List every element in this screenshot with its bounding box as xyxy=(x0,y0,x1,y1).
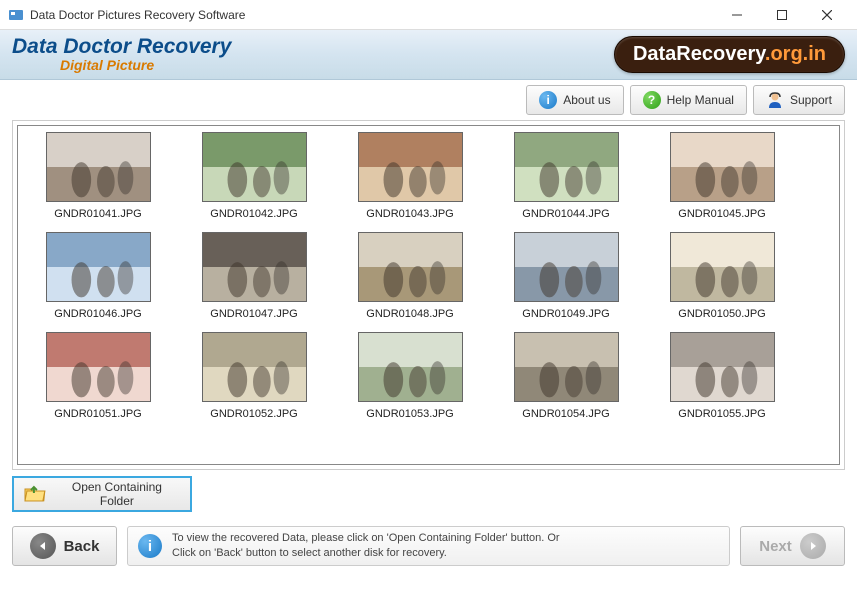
header-bar: Data Doctor Recovery Digital Picture Dat… xyxy=(0,30,857,80)
thumbnail-grid: GNDR01041.JPG GNDR01042.JPG GNDR01043.JP… xyxy=(20,132,837,432)
thumbnail-image xyxy=(670,132,775,202)
back-button[interactable]: Back xyxy=(12,526,117,566)
close-button[interactable] xyxy=(804,0,849,29)
footer: Back i To view the recovered Data, pleas… xyxy=(0,518,857,574)
thumbnail-item[interactable]: GNDR01043.JPG xyxy=(332,132,488,220)
thumbnail-image xyxy=(670,332,775,402)
thumbnail-image xyxy=(358,232,463,302)
support-icon xyxy=(766,91,784,109)
folder-icon xyxy=(24,485,46,503)
thumbnail-filename: GNDR01047.JPG xyxy=(210,308,297,320)
thumbnail-item[interactable]: GNDR01047.JPG xyxy=(176,232,332,320)
thumbnail-item[interactable]: GNDR01054.JPG xyxy=(488,332,644,420)
support-button[interactable]: Support xyxy=(753,85,845,115)
support-label: Support xyxy=(790,93,832,107)
info-icon: i xyxy=(539,91,557,109)
titlebar: Data Doctor Pictures Recovery Software xyxy=(0,0,857,30)
site-prefix: DataRecovery xyxy=(633,43,765,65)
open-containing-folder-button[interactable]: Open Containing Folder xyxy=(12,476,192,512)
app-icon xyxy=(8,7,24,23)
logo-area: Data Doctor Recovery Digital Picture xyxy=(12,35,231,73)
open-folder-label: Open Containing Folder xyxy=(54,480,180,508)
thumbnail-image xyxy=(46,132,151,202)
thumbnail-item[interactable]: GNDR01050.JPG xyxy=(644,232,800,320)
about-button[interactable]: i About us xyxy=(526,85,623,115)
site-badge: DataRecovery.org.in xyxy=(614,36,845,73)
thumbnail-image xyxy=(46,232,151,302)
thumbnail-image xyxy=(358,132,463,202)
thumbnail-filename: GNDR01049.JPG xyxy=(522,308,609,320)
help-button[interactable]: ? Help Manual xyxy=(630,85,747,115)
thumbnail-filename: GNDR01041.JPG xyxy=(54,208,141,220)
info-line1: To view the recovered Data, please click… xyxy=(172,531,560,546)
thumbnail-item[interactable]: GNDR01041.JPG xyxy=(20,132,176,220)
info-icon: i xyxy=(138,534,162,558)
thumbnail-image xyxy=(202,132,307,202)
help-label: Help Manual xyxy=(667,93,734,107)
thumbnail-image xyxy=(514,232,619,302)
info-text: To view the recovered Data, please click… xyxy=(172,531,560,562)
thumbnail-filename: GNDR01048.JPG xyxy=(366,308,453,320)
thumbnail-item[interactable]: GNDR01044.JPG xyxy=(488,132,644,220)
thumbnail-item[interactable]: GNDR01052.JPG xyxy=(176,332,332,420)
back-arrow-icon xyxy=(30,533,56,559)
logo-main-text: Data Doctor Recovery xyxy=(12,35,231,58)
next-arrow-icon xyxy=(800,533,826,559)
minimize-button[interactable] xyxy=(714,0,759,29)
thumbnail-filename: GNDR01054.JPG xyxy=(522,408,609,420)
thumbnail-item[interactable]: GNDR01045.JPG xyxy=(644,132,800,220)
next-button[interactable]: Next xyxy=(740,526,845,566)
thumbnail-image xyxy=(514,132,619,202)
info-line2: Click on 'Back' button to select another… xyxy=(172,546,560,561)
thumbnail-item[interactable]: GNDR01046.JPG xyxy=(20,232,176,320)
thumbnail-item[interactable]: GNDR01049.JPG xyxy=(488,232,644,320)
thumbnail-filename: GNDR01052.JPG xyxy=(210,408,297,420)
thumbnail-filename: GNDR01046.JPG xyxy=(54,308,141,320)
thumbnail-filename: GNDR01043.JPG xyxy=(366,208,453,220)
thumbnail-image xyxy=(670,232,775,302)
thumbnail-image xyxy=(202,232,307,302)
toolbar: i About us ? Help Manual Support xyxy=(0,80,857,120)
next-label: Next xyxy=(759,538,792,555)
thumbnail-item[interactable]: GNDR01042.JPG xyxy=(176,132,332,220)
window-title: Data Doctor Pictures Recovery Software xyxy=(30,8,714,22)
thumbnail-image xyxy=(514,332,619,402)
thumbnail-item[interactable]: GNDR01051.JPG xyxy=(20,332,176,420)
thumbnail-filename: GNDR01050.JPG xyxy=(678,308,765,320)
site-suffix: .org.in xyxy=(765,43,826,65)
thumbnail-item[interactable]: GNDR01055.JPG xyxy=(644,332,800,420)
info-panel: i To view the recovered Data, please cli… xyxy=(127,526,730,566)
about-label: About us xyxy=(563,93,610,107)
thumbnail-filename: GNDR01055.JPG xyxy=(678,408,765,420)
thumbnail-item[interactable]: GNDR01048.JPG xyxy=(332,232,488,320)
thumbnail-filename: GNDR01044.JPG xyxy=(522,208,609,220)
thumbnail-scroll-area[interactable]: GNDR01041.JPG GNDR01042.JPG GNDR01043.JP… xyxy=(17,125,840,465)
thumbnail-image xyxy=(46,332,151,402)
thumbnail-filename: GNDR01051.JPG xyxy=(54,408,141,420)
main-panel: GNDR01041.JPG GNDR01042.JPG GNDR01043.JP… xyxy=(12,120,845,470)
thumbnail-filename: GNDR01045.JPG xyxy=(678,208,765,220)
thumbnail-item[interactable]: GNDR01053.JPG xyxy=(332,332,488,420)
help-icon: ? xyxy=(643,91,661,109)
maximize-button[interactable] xyxy=(759,0,804,29)
thumbnail-filename: GNDR01042.JPG xyxy=(210,208,297,220)
thumbnail-image xyxy=(358,332,463,402)
thumbnail-image xyxy=(202,332,307,402)
thumbnail-filename: GNDR01053.JPG xyxy=(366,408,453,420)
back-label: Back xyxy=(64,538,100,555)
logo-sub-text: Digital Picture xyxy=(60,58,231,73)
